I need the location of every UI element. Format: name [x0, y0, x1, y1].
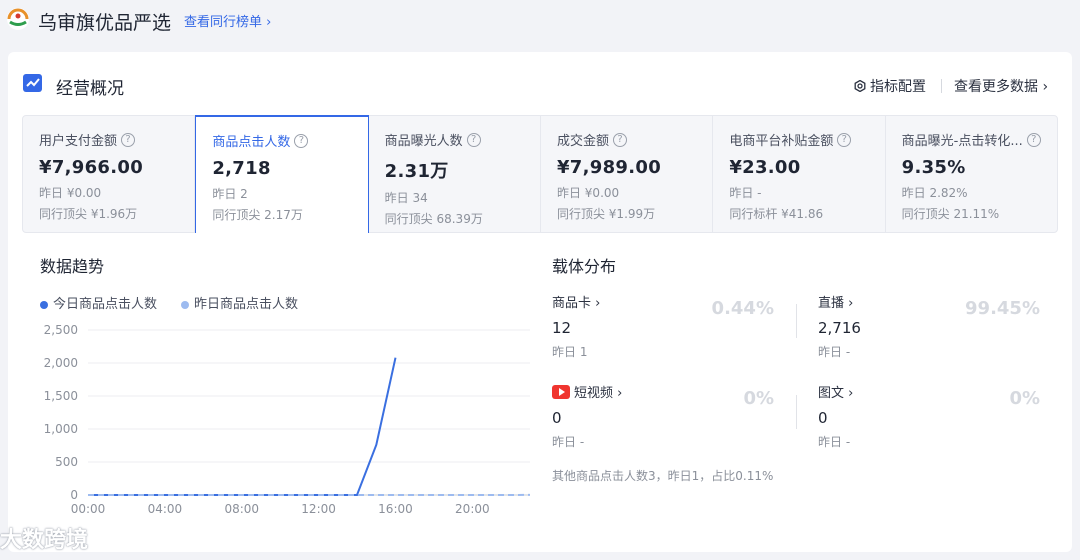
- metric-tab-exposure-click-rate[interactable]: 商品曝光-点击转化...? 9.35% 昨日 2.82% 同行顶尖 21.11%: [886, 116, 1057, 232]
- metric-tab-product-clicks[interactable]: 商品点击人数? 2,718 昨日 2 同行顶尖 2.17万: [195, 115, 369, 233]
- carrier-image-text: 图文 › 0 昨日 -: [818, 382, 853, 450]
- more-data-link[interactable]: 查看更多数据 ›: [954, 76, 1048, 96]
- metric-tab-platform-subsidy[interactable]: 电商平台补贴金额? ¥23.00 昨日 - 同行标杆 ¥41.86: [713, 116, 886, 232]
- help-icon[interactable]: ?: [466, 132, 481, 147]
- y-tick-label: 2,000: [44, 356, 78, 370]
- metric-label: 商品点击人数: [212, 135, 291, 150]
- video-play-icon: [552, 384, 570, 399]
- y-tick-label: 1,000: [44, 422, 78, 436]
- watermark-text: 大数跨境: [0, 528, 89, 553]
- carrier-short-video: 短视频 › 0 昨日 -: [552, 382, 622, 450]
- metric-label: 电商平台补贴金额: [729, 134, 834, 149]
- carrier-label[interactable]: 直播 ›: [818, 292, 861, 311]
- metric-peer: 同行顶尖 21.11%: [901, 207, 1000, 221]
- y-tick-label: 2,500: [44, 323, 78, 337]
- help-icon[interactable]: ?: [613, 132, 627, 147]
- x-tick-label: 16:00: [378, 502, 413, 514]
- carrier-yesterday: 昨日 -: [818, 435, 851, 449]
- metric-value: 2.31万: [384, 161, 449, 182]
- metric-tab-gmv[interactable]: 成交金额? ¥7,989.00 昨日 ¥0.00 同行顶尖 ¥1.99万: [541, 116, 714, 232]
- chart-legend: 今日商品点击人数 昨日商品点击人数: [40, 293, 298, 312]
- legend-yesterday[interactable]: 昨日商品点击人数: [181, 293, 298, 312]
- metric-value: 9.35%: [901, 157, 966, 178]
- metric-label: 商品曝光人数: [384, 134, 463, 149]
- help-icon[interactable]: ?: [837, 132, 852, 147]
- metric-tabs: 用户支付金额? ¥7,966.00 昨日 ¥0.00 同行顶尖 ¥1.96万 商…: [22, 115, 1058, 233]
- carrier-percent: 0%: [1009, 388, 1040, 409]
- metric-yesterday: 昨日 2: [212, 187, 248, 201]
- top-bar: 乌审旗优品严选 查看同行榜单 ›: [0, 0, 1080, 42]
- metric-yesterday: 昨日 -: [729, 186, 762, 200]
- carrier-yesterday: 昨日 -: [552, 435, 585, 449]
- metric-label: 用户支付金额: [39, 134, 118, 149]
- distribution-title: 载体分布: [552, 257, 617, 276]
- metric-value: ¥23.00: [729, 157, 801, 178]
- metric-yesterday: 昨日 ¥0.00: [556, 186, 620, 200]
- metric-peer: 同行顶尖 ¥1.99万: [556, 207, 656, 221]
- metric-yesterday: 昨日 34: [384, 191, 428, 205]
- metric-tab-product-exposure[interactable]: 商品曝光人数? 2.31万 昨日 34 同行顶尖 68.39万: [369, 116, 541, 232]
- metric-peer: 同行顶尖 68.39万: [384, 212, 483, 226]
- metric-tab-payment-amount[interactable]: 用户支付金额? ¥7,966.00 昨日 ¥0.00 同行顶尖 ¥1.96万: [23, 116, 196, 232]
- help-icon[interactable]: ?: [121, 132, 136, 147]
- legend-dot-yesterday: [181, 300, 190, 309]
- x-tick-label: 20:00: [455, 502, 490, 514]
- carrier-value: 2,716: [818, 319, 861, 337]
- legend-today[interactable]: 今日商品点击人数: [40, 293, 157, 312]
- metric-label: 成交金额: [556, 134, 609, 149]
- legend-yesterday-label: 昨日商品点击人数: [194, 297, 299, 312]
- carrier-label[interactable]: 图文 ›: [818, 382, 853, 401]
- carrier-product-card: 商品卡 › 12 昨日 1: [552, 292, 600, 360]
- series-line-today: [88, 357, 397, 496]
- carrier-live: 直播 › 2,716 昨日 -: [818, 292, 861, 360]
- carrier-value: 0: [818, 409, 828, 427]
- carrier-label: 短视频 ›: [574, 386, 623, 401]
- carrier-divider: [796, 395, 797, 429]
- y-tick-label: 500: [55, 455, 78, 469]
- metric-config-button[interactable]: 指标配置: [854, 76, 926, 96]
- help-icon[interactable]: ?: [294, 133, 309, 148]
- legend-today-label: 今日商品点击人数: [53, 297, 158, 312]
- carrier-yesterday: 昨日 -: [818, 345, 851, 359]
- metric-label: 商品曝光-点击转化...: [901, 134, 1023, 149]
- carrier-value: 0: [552, 409, 562, 427]
- gear-icon: [854, 80, 866, 92]
- metric-value: ¥7,989.00: [556, 157, 662, 178]
- carrier-percent: 99.45%: [965, 298, 1040, 319]
- metric-value: 2,718: [212, 158, 271, 179]
- trend-chart-icon: [23, 74, 42, 92]
- peer-ranking-link[interactable]: 查看同行榜单 ›: [184, 11, 271, 30]
- x-tick-label: 12:00: [301, 502, 336, 514]
- header-divider: [941, 79, 942, 93]
- y-tick-label: 0: [70, 488, 78, 502]
- shop-name: 乌审旗优品严选: [38, 12, 172, 34]
- carrier-label[interactable]: 商品卡 ›: [552, 292, 600, 311]
- section-title: 经营概况: [56, 79, 124, 99]
- help-icon[interactable]: ?: [1026, 132, 1041, 147]
- other-clicks-note: 其他商品点击人数3，昨日1，占比0.11%: [552, 469, 774, 483]
- metric-peer: 同行顶尖 2.17万: [212, 208, 303, 222]
- trend-line-chart[interactable]: 0 500 1,000 1,500 2,000 2,500 00:00 04:00 08:00 1…: [30, 314, 540, 514]
- carrier-yesterday: 昨日 1: [552, 345, 588, 359]
- metric-yesterday: 昨日 ¥0.00: [39, 186, 102, 200]
- y-tick-label: 1,500: [44, 389, 78, 403]
- x-tick-label: 04:00: [148, 502, 183, 514]
- metric-peer: 同行标杆 ¥41.86: [729, 207, 824, 221]
- x-tick-label: 08:00: [224, 502, 259, 514]
- legend-dot-today: [40, 300, 48, 309]
- shop-logo-icon: [7, 8, 29, 30]
- carrier-value: 12: [552, 319, 572, 337]
- business-overview-card: 经营概况 指标配置 查看更多数据 › 用户支付金额? ¥7,966.00 昨日 …: [8, 52, 1072, 552]
- trend-title: 数据趋势: [40, 257, 105, 276]
- x-tick-label: 00:00: [71, 502, 106, 514]
- carrier-percent: 0.44%: [711, 298, 774, 319]
- carrier-divider: [796, 304, 797, 338]
- metric-value: ¥7,966.00: [39, 157, 144, 178]
- metric-peer: 同行顶尖 ¥1.96万: [39, 207, 138, 221]
- metric-config-label: 指标配置: [870, 79, 926, 95]
- carrier-percent: 0%: [743, 388, 774, 409]
- metric-yesterday: 昨日 2.82%: [901, 186, 968, 200]
